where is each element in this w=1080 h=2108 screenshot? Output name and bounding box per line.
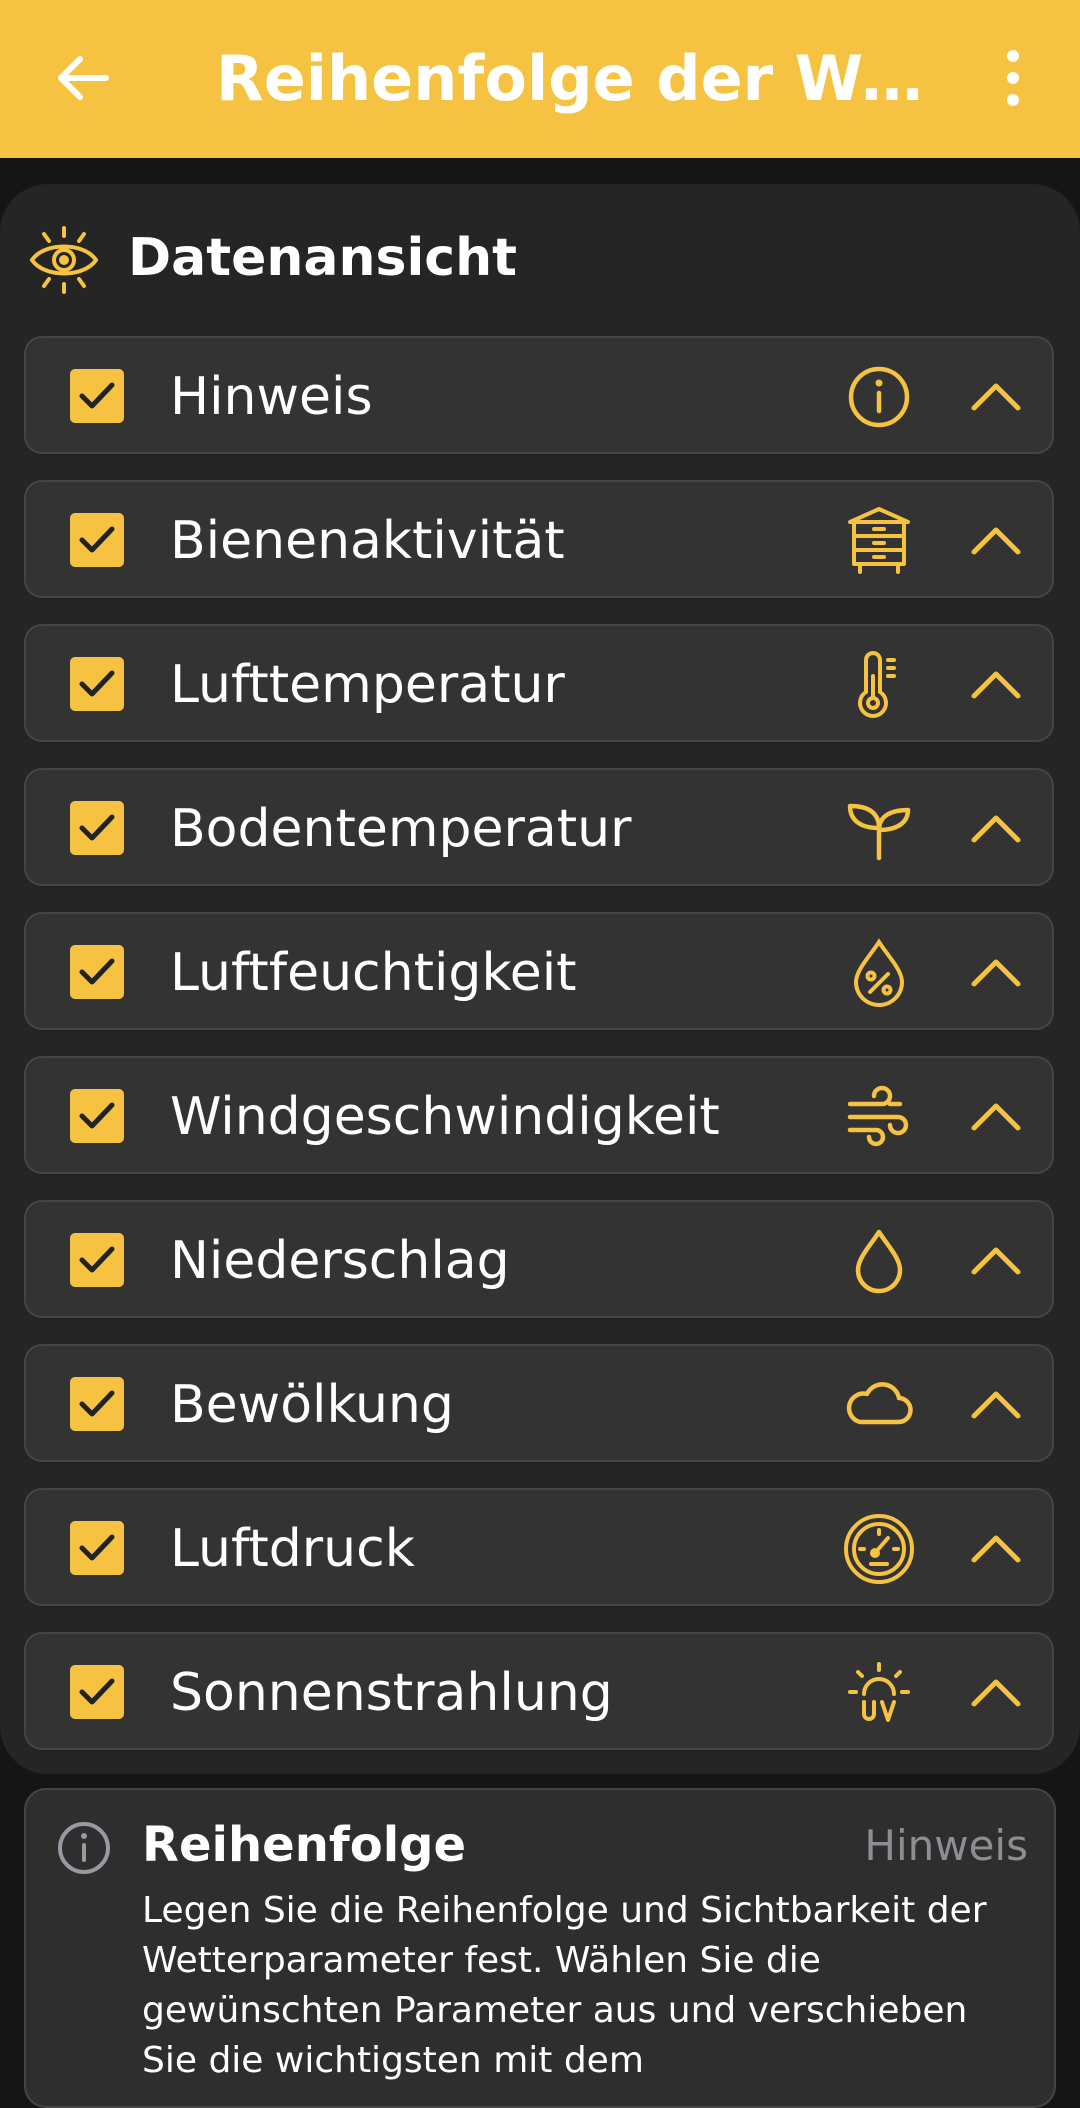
- checkbox[interactable]: [70, 801, 124, 855]
- chevron-up-icon[interactable]: [970, 950, 1022, 994]
- thermometer-icon: [858, 651, 896, 718]
- check-icon: [79, 1534, 115, 1561]
- checkbox[interactable]: [70, 1233, 124, 1287]
- check-icon: [79, 526, 115, 553]
- check-icon: [79, 1390, 115, 1417]
- gauge-icon: [844, 1514, 914, 1584]
- check-icon: [79, 814, 115, 841]
- chevron-up-icon[interactable]: [970, 662, 1022, 706]
- check-icon: [79, 1678, 115, 1705]
- list-item-bienenaktivitaet[interactable]: Bienenaktivität: [24, 480, 1054, 598]
- checkbox[interactable]: [70, 945, 124, 999]
- item-label: Bewölkung: [170, 1375, 454, 1435]
- checkbox[interactable]: [70, 513, 124, 567]
- checkbox[interactable]: [70, 1665, 124, 1719]
- info-circle-icon: [848, 366, 910, 428]
- humidity-drop-icon: [853, 938, 905, 1007]
- chevron-up-icon[interactable]: [970, 1670, 1022, 1714]
- chevron-up-icon[interactable]: [970, 806, 1022, 850]
- checkbox[interactable]: [70, 369, 124, 423]
- info-tag: Hinweis: [864, 1821, 1028, 1870]
- item-label: Bienenaktivität: [170, 511, 565, 571]
- item-label: Luftfeuchtigkeit: [170, 943, 577, 1003]
- item-label: Windgeschwindigkeit: [170, 1087, 720, 1147]
- chevron-up-icon[interactable]: [970, 1526, 1022, 1570]
- info-title: Reihenfolge: [142, 1817, 467, 1873]
- info-circle-icon: [58, 1822, 110, 1874]
- list-item-sonnenstrahlung[interactable]: Sonnenstrahlung: [24, 1632, 1054, 1750]
- list-item-hinweis[interactable]: Hinweis: [24, 336, 1054, 454]
- drop-icon: [855, 1229, 903, 1294]
- check-icon: [79, 1246, 115, 1273]
- checkbox[interactable]: [70, 1521, 124, 1575]
- uv-sun-icon: [848, 1662, 910, 1722]
- list-item-luftdruck[interactable]: Luftdruck: [24, 1488, 1054, 1606]
- list-item-bodentemperatur[interactable]: Bodentemperatur: [24, 768, 1054, 886]
- info-text: Legen Sie die Reihenfolge und Sichtbarke…: [142, 1890, 987, 2081]
- info-note-card: Reihenfolge Hinweis Legen Sie die Reihen…: [24, 1788, 1056, 2108]
- list-item-bewoelkung[interactable]: Bewölkung: [24, 1344, 1054, 1462]
- page-title: Reihenfolge der Wette…: [216, 42, 926, 115]
- check-icon: [79, 1102, 115, 1129]
- chevron-up-icon[interactable]: [970, 374, 1022, 418]
- checkbox[interactable]: [70, 1377, 124, 1431]
- item-label: Bodentemperatur: [170, 799, 632, 859]
- chevron-up-icon[interactable]: [970, 518, 1022, 562]
- data-view-card: Datenansicht Hinweis Bienenaktivität Luf…: [0, 184, 1080, 1774]
- item-label: Sonnenstrahlung: [170, 1663, 613, 1723]
- list-item-niederschlag[interactable]: Niederschlag: [24, 1200, 1054, 1318]
- chevron-up-icon[interactable]: [970, 1094, 1022, 1138]
- section-title: Datenansicht: [128, 228, 517, 288]
- chevron-up-icon[interactable]: [970, 1382, 1022, 1426]
- app-bar: Reihenfolge der Wette…: [0, 0, 1080, 158]
- checkbox[interactable]: [70, 1089, 124, 1143]
- beehive-icon: [848, 507, 910, 574]
- eye-icon: [29, 226, 99, 294]
- list-item-luftfeuchtigkeit[interactable]: Luftfeuchtigkeit: [24, 912, 1054, 1030]
- check-icon: [79, 382, 115, 409]
- chevron-up-icon[interactable]: [970, 1238, 1022, 1282]
- check-icon: [79, 670, 115, 697]
- cloud-icon: [846, 1382, 913, 1425]
- list-item-windgeschwindigkeit[interactable]: Windgeschwindigkeit: [24, 1056, 1054, 1174]
- item-label: Luftdruck: [170, 1519, 415, 1579]
- wind-icon: [847, 1085, 909, 1147]
- back-arrow-icon[interactable]: [52, 47, 114, 109]
- more-vertical-icon[interactable]: [986, 46, 1040, 110]
- item-label: Niederschlag: [170, 1231, 510, 1291]
- sprout-icon: [847, 803, 911, 861]
- item-label: Lufttemperatur: [170, 655, 565, 715]
- list-item-lufttemperatur[interactable]: Lufttemperatur: [24, 624, 1054, 742]
- check-icon: [79, 958, 115, 985]
- item-label: Hinweis: [170, 367, 373, 427]
- checkbox[interactable]: [70, 657, 124, 711]
